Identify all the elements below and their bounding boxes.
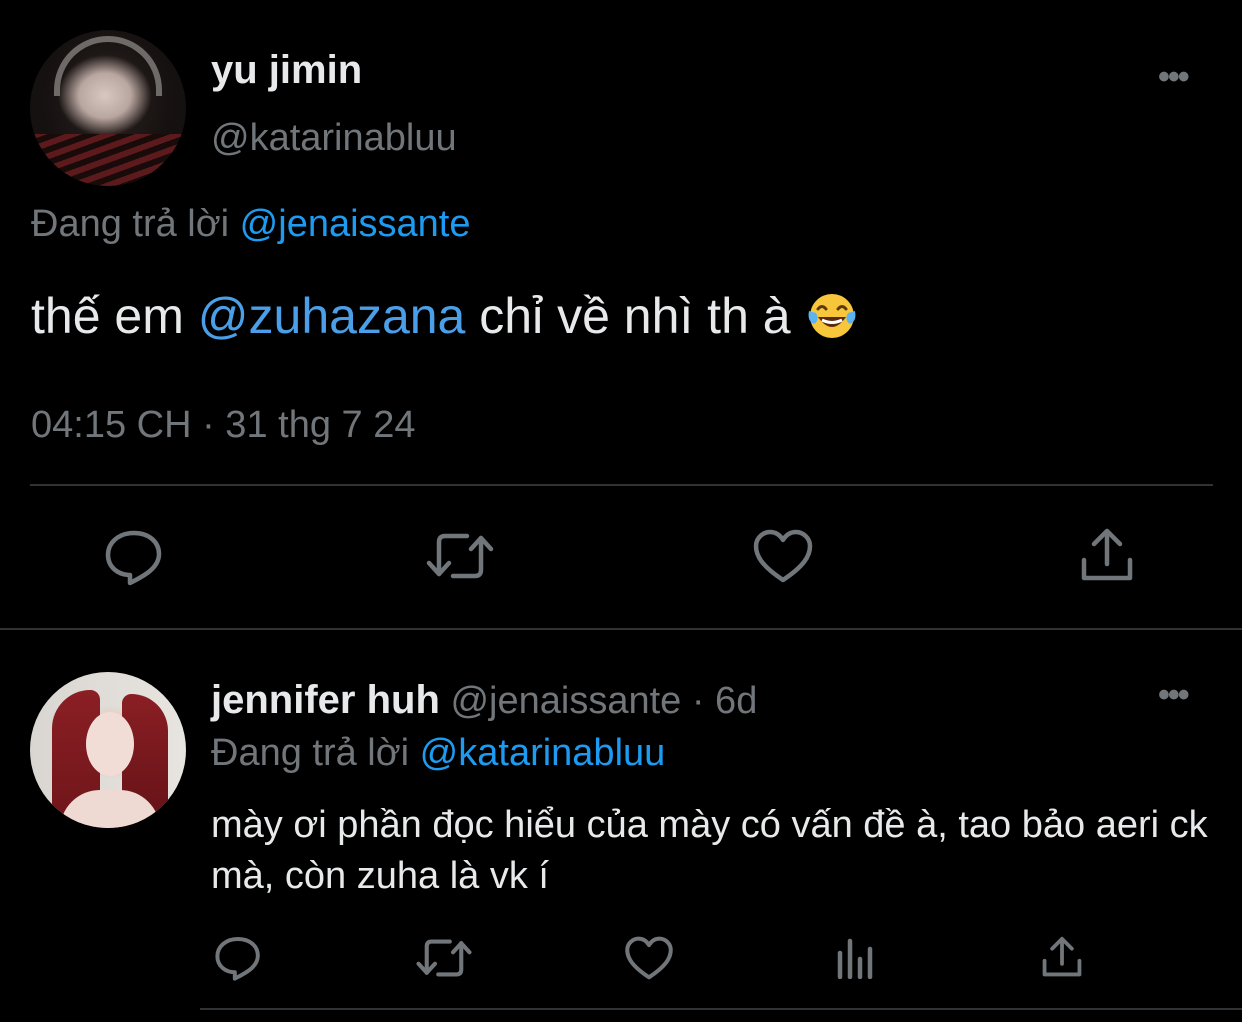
reply-handle[interactable]: @jenaissante (450, 680, 681, 722)
divider (30, 484, 1213, 486)
reply-replying-to: Đang trả lời @katarinabluu (211, 732, 665, 775)
retweet-icon[interactable] (415, 935, 473, 981)
heart-icon[interactable] (752, 528, 814, 584)
views-icon[interactable] (835, 937, 877, 979)
avatar-jennifer-huh[interactable] (30, 672, 186, 828)
avatar-shirt (30, 134, 186, 186)
share-icon[interactable] (1078, 526, 1136, 584)
retweet-icon[interactable] (425, 528, 495, 584)
section-divider (0, 628, 1242, 630)
more-options-icon[interactable]: ••• (1158, 58, 1190, 97)
avatar-yu-jimin[interactable] (30, 30, 186, 186)
reply-icon[interactable] (213, 935, 263, 981)
replying-to-link[interactable]: @jenaissante (240, 203, 471, 245)
tweet-text-after: chỉ về nhì th à (479, 288, 791, 344)
share-icon[interactable] (1040, 935, 1084, 979)
main-handle[interactable]: @katarinabluu (211, 117, 457, 160)
main-tweet-text: thế em @zuhazana chỉ về nhì th à (31, 287, 859, 345)
replying-prefix: Đang trả lời (31, 203, 230, 245)
face-with-tears-of-joy-icon (808, 294, 855, 338)
tweet-text-before: thế em (31, 288, 184, 344)
more-options-icon[interactable]: ••• (1158, 676, 1190, 715)
main-replying-to: Đang trả lời @jenaissante (31, 203, 471, 246)
main-display-name[interactable]: yu jimin (211, 48, 362, 93)
reply-tweet-text: mày ơi phần đọc hiểu của mày có vấn đề à… (211, 804, 1208, 897)
replying-to-link[interactable]: @katarinabluu (420, 732, 666, 774)
reply-display-name[interactable]: jennifer huh (211, 678, 440, 722)
heart-icon[interactable] (624, 935, 674, 981)
divider (200, 1008, 1242, 1010)
reply-header: jennifer huh @jenaissante · 6d (211, 678, 757, 723)
main-timestamp[interactable]: 04:15 CH · 31 thg 7 24 (31, 404, 415, 447)
mention-link[interactable]: @zuhazana (198, 288, 466, 344)
reply-age[interactable]: · 6d (692, 680, 757, 722)
avatar-headphones (54, 36, 162, 96)
replying-prefix: Đang trả lời (211, 732, 410, 774)
reply-icon[interactable] (103, 528, 165, 586)
avatar-face (86, 712, 134, 776)
